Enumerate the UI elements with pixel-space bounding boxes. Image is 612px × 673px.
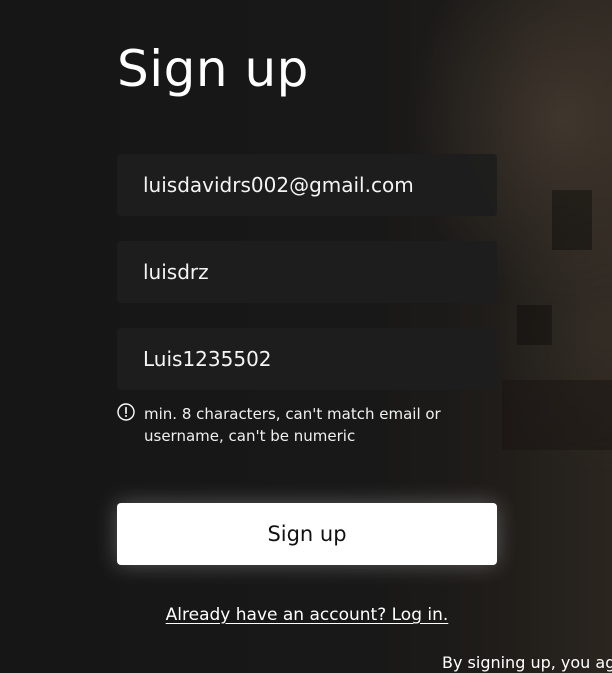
page-title: Sign up — [117, 40, 309, 98]
username-field[interactable] — [117, 241, 497, 303]
sign-up-button[interactable]: Sign up — [117, 503, 497, 565]
password-field[interactable] — [117, 328, 497, 390]
email-field[interactable] — [117, 154, 497, 216]
terms-text: By signing up, you agr — [442, 653, 612, 672]
password-hint: min. 8 characters, can't match email or … — [117, 403, 457, 447]
background-decor — [502, 380, 612, 450]
background-decor — [517, 305, 552, 345]
background-decor — [552, 190, 592, 250]
alert-circle-icon — [117, 403, 135, 421]
password-hint-text: min. 8 characters, can't match email or … — [144, 405, 441, 445]
login-link[interactable]: Already have an account? Log in. — [117, 605, 497, 625]
